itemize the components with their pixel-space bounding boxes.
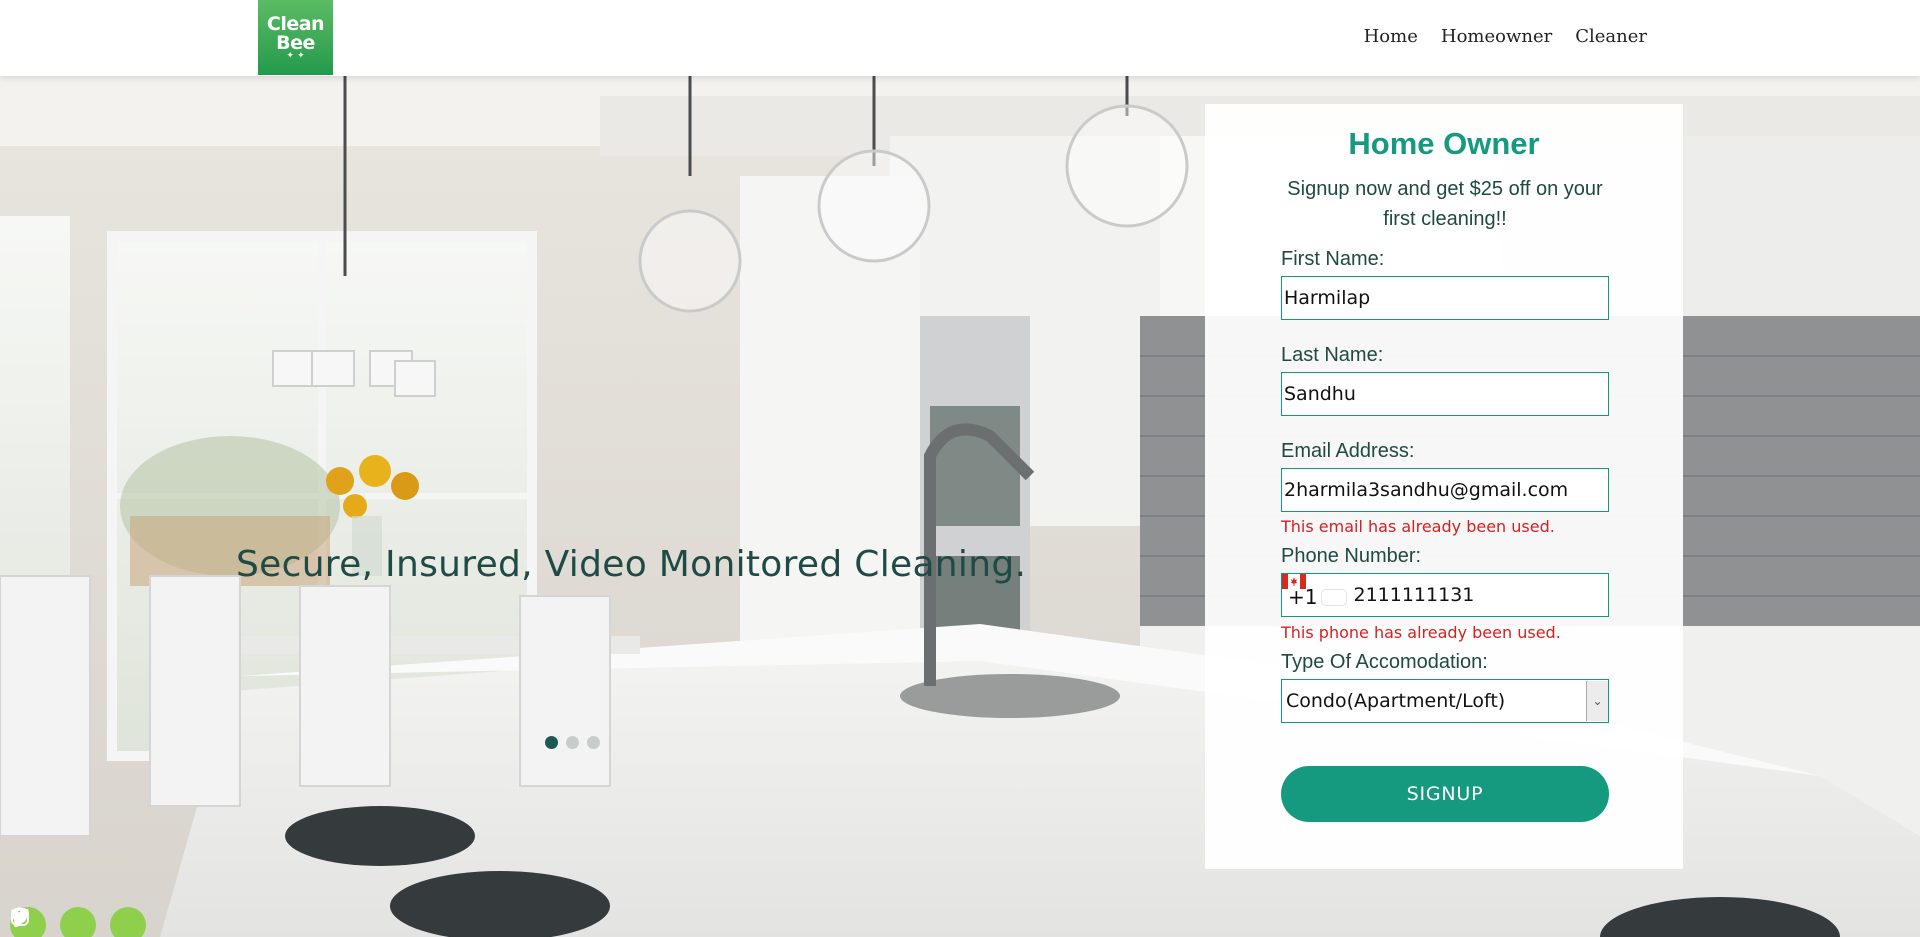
accommodation-select[interactable]: Condo(Apartment/Loft) ⌄ <box>1281 679 1609 723</box>
nav-cleaner-link[interactable]: Cleaner <box>1575 26 1647 47</box>
form-title: Home Owner <box>1348 126 1540 161</box>
facebook-icon[interactable] <box>11 907 146 937</box>
last-name-field[interactable] <box>1281 372 1609 416</box>
nav-home-link[interactable]: Home <box>1364 26 1418 47</box>
phone-error: This phone has already been used. <box>1281 623 1561 642</box>
logo-line-2: Bee <box>276 31 315 54</box>
phone-input[interactable] <box>1353 574 1608 616</box>
signup-panel: Home Owner Signup now and get $25 off on… <box>1205 104 1683 869</box>
first-name-input[interactable] <box>1284 277 1608 319</box>
signup-button[interactable]: SIGNUP <box>1281 766 1609 822</box>
first-name-label: First Name: <box>1281 248 1385 270</box>
nav-homeowner-link[interactable]: Homeowner <box>1441 26 1552 47</box>
last-name-label: Last Name: <box>1281 344 1384 366</box>
accommodation-label: Type Of Accomodation: <box>1281 651 1488 673</box>
email-input[interactable] <box>1284 469 1608 511</box>
last-name-input[interactable] <box>1284 373 1608 415</box>
carousel-dot-1[interactable] <box>545 736 558 749</box>
promo-text: Signup now and get $25 off on your first… <box>1287 178 1603 230</box>
main-nav: Home Homeowner Cleaner <box>1364 26 1647 47</box>
hero-banner: Secure, Insured, Video Monitored Cleanin… <box>0 76 1920 937</box>
logo-line-1: Clean <box>266 12 325 35</box>
carousel-dot-3[interactable] <box>587 736 600 749</box>
site-header: Clean Bee ✦ ✦ Home Homeowner Cleaner <box>0 0 1920 76</box>
carousel-dot-2[interactable] <box>566 736 579 749</box>
email-error: This email has already been used. <box>1281 517 1555 536</box>
country-code-selector[interactable]: +1 <box>1282 574 1348 609</box>
chevron-down-icon[interactable]: ⌄ <box>1586 681 1608 721</box>
accommodation-selected-value: Condo(Apartment/Loft) <box>1286 690 1506 712</box>
phone-field[interactable]: +1 <box>1281 573 1609 617</box>
clean-bee-logo[interactable]: Clean Bee ✦ ✦ <box>258 0 333 75</box>
logo-sparkle: ✦ ✦ <box>286 50 305 61</box>
phone-label: Phone Number: <box>1281 545 1422 567</box>
hero-tagline: Secure, Insured, Video Monitored Cleanin… <box>236 544 1027 585</box>
first-name-field[interactable] <box>1281 276 1609 320</box>
email-field[interactable] <box>1281 468 1609 512</box>
canada-flag-icon <box>1282 574 1348 606</box>
email-label: Email Address: <box>1281 440 1415 462</box>
twitter-icon[interactable] <box>10 907 96 937</box>
carousel-indicators <box>545 736 600 749</box>
social-links <box>10 907 146 937</box>
